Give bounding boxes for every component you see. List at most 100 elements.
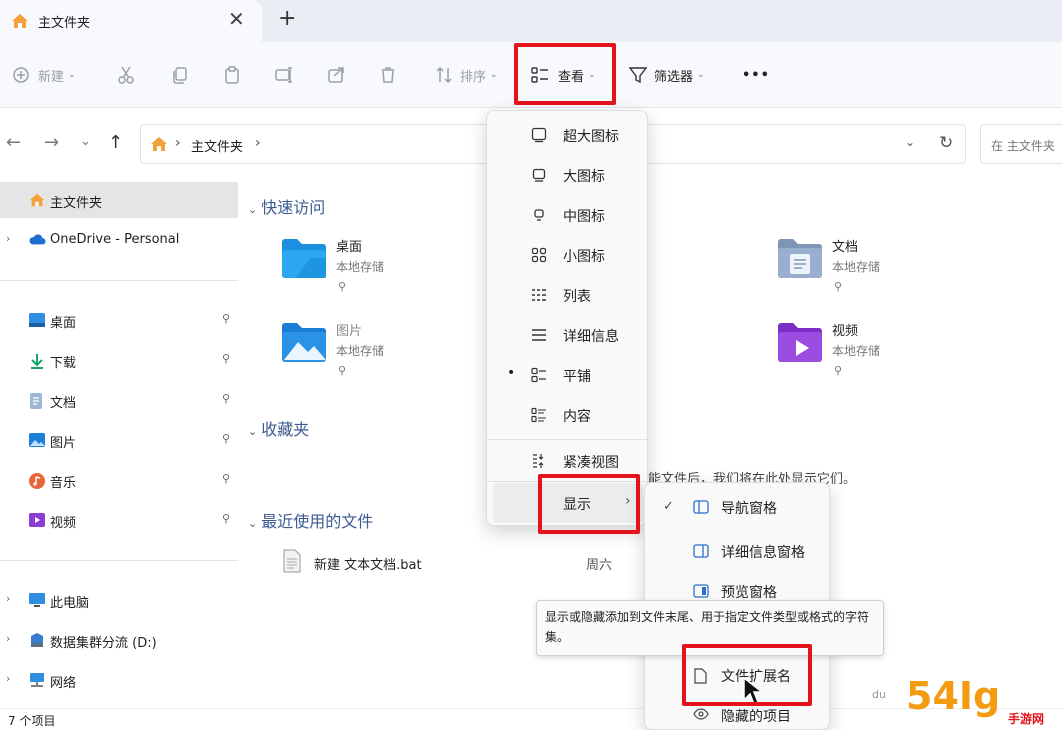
highlight-file-extensions	[682, 644, 812, 706]
back-button[interactable]: ←	[6, 132, 21, 153]
small-icons-icon	[531, 247, 547, 267]
forward-button[interactable]: →	[44, 132, 59, 153]
sidebar-item-videos[interactable]: 视频 ⚲	[0, 502, 238, 538]
more-options-button[interactable]: •••	[742, 60, 770, 90]
tab-home-folder[interactable]: 主文件夹 ✕	[0, 0, 262, 42]
document-icon	[28, 392, 44, 414]
recent-files-header[interactable]: ⌄ 最近使用的文件	[248, 508, 373, 532]
search-input[interactable]: 在 主文件夹	[980, 124, 1062, 164]
share-icon	[328, 67, 344, 83]
new-tab-button[interactable]: +	[278, 6, 296, 31]
up-button[interactable]: ↑	[108, 132, 123, 153]
rename-icon	[275, 67, 292, 83]
sidebar-item-label: 下载	[50, 356, 77, 371]
submenu-item-navigation-pane[interactable]: ✓ 导航窗格	[649, 487, 825, 527]
download-icon	[28, 352, 46, 374]
menu-item-small-icons[interactable]: 小图标	[493, 235, 643, 275]
item-count: 7 个项目	[8, 714, 56, 728]
site-watermark: du 54Ig 手游网 .com.cn	[868, 672, 1062, 730]
menu-item-label: 紧凑视图	[563, 455, 619, 471]
address-dropdown-button[interactable]: ⌄	[905, 135, 915, 149]
rename-button[interactable]	[274, 60, 294, 90]
sidebar-item-desktop[interactable]: 桌面 ⚲	[0, 302, 238, 338]
check-icon: ✓	[663, 499, 674, 514]
folder-documents-icon	[776, 236, 824, 284]
menu-separator	[487, 439, 647, 440]
sidebar-item-documents[interactable]: 文档 ⚲	[0, 382, 238, 418]
paste-icon	[225, 66, 239, 84]
submenu-item-label: 导航窗格	[721, 501, 777, 517]
tab-title: 主文件夹	[38, 16, 91, 31]
menu-item-extra-large-icons[interactable]: 超大图标	[493, 115, 643, 155]
submenu-item-label: 预览窗格	[721, 585, 777, 601]
picture-icon	[28, 432, 46, 452]
item-location: 本地存储	[832, 344, 881, 358]
sidebar-item-label: 此电脑	[50, 596, 90, 611]
quick-access-item-pictures[interactable]: 图片 本地存储 ⚲	[280, 320, 480, 390]
content-icon	[531, 407, 547, 427]
new-button[interactable]: 新建 ⌄	[12, 60, 76, 90]
quick-access-header[interactable]: ⌄ 快速访问	[248, 194, 325, 218]
pin-icon: ⚲	[222, 472, 231, 485]
expand-chevron-icon[interactable]: ›	[6, 592, 10, 605]
collapse-caret-icon: ⌄	[248, 425, 258, 438]
recent-file-name: 新建 文本文档.bat	[314, 558, 422, 573]
menu-item-medium-icons[interactable]: 中图标	[493, 195, 643, 235]
music-icon	[28, 472, 46, 494]
quick-access-item-desktop[interactable]: 桌面 本地存储 ⚲	[280, 236, 480, 306]
delete-button[interactable]	[378, 60, 398, 90]
computer-icon	[28, 592, 46, 612]
extra-large-icons-icon	[531, 127, 547, 147]
quick-access-item-videos[interactable]: 视频 本地存储 ⚲	[776, 320, 976, 390]
video-icon	[28, 512, 46, 532]
item-name: 桌面	[336, 240, 363, 255]
sidebar-item-music[interactable]: 音乐 ⚲	[0, 462, 238, 498]
pin-icon: ⚲	[222, 512, 231, 525]
sort-icon	[436, 66, 452, 84]
selected-dot-icon: •	[507, 365, 516, 381]
menu-item-tiles[interactable]: • 平铺	[493, 355, 643, 395]
breadcrumb-separator[interactable]: ›	[255, 135, 261, 151]
share-button[interactable]	[326, 60, 346, 90]
menu-item-details[interactable]: 详细信息	[493, 315, 643, 355]
paste-button[interactable]	[222, 60, 242, 90]
pin-icon: ⚲	[834, 364, 843, 377]
new-chevron-icon: ⌄	[68, 70, 76, 80]
expand-chevron-icon[interactable]: ›	[6, 672, 10, 685]
submenu-item-details-pane[interactable]: 详细信息窗格	[649, 531, 825, 571]
copy-button[interactable]	[170, 60, 190, 90]
breadcrumb-separator: ›	[175, 135, 181, 151]
sidebar-item-downloads[interactable]: 下载 ⚲	[0, 342, 238, 378]
quick-access-item-documents[interactable]: 文档 本地存储 ⚲	[776, 236, 976, 306]
sort-button[interactable]: 排序 ⌄	[434, 60, 498, 90]
menu-item-large-icons[interactable]: 大图标	[493, 155, 643, 195]
favorites-header[interactable]: ⌄ 收藏夹	[248, 416, 309, 440]
menu-item-content[interactable]: 内容	[493, 395, 643, 435]
menu-item-label: 中图标	[563, 209, 605, 225]
expand-chevron-icon[interactable]: ›	[6, 632, 10, 645]
sidebar-item-label: OneDrive - Personal	[50, 232, 180, 247]
filter-button[interactable]: 筛选器 ⌄	[628, 60, 705, 90]
sidebar-item-network[interactable]: › 网络	[0, 662, 238, 698]
tab-close-button[interactable]: ✕	[228, 7, 245, 31]
breadcrumb-home-folder[interactable]: 主文件夹	[191, 136, 243, 155]
sidebar-item-onedrive[interactable]: › OneDrive - Personal	[0, 222, 238, 258]
menu-item-label: 平铺	[563, 369, 591, 385]
copy-icon	[173, 67, 187, 84]
recent-locations-button[interactable]: ⌄	[80, 134, 91, 149]
refresh-button[interactable]: ↻	[939, 133, 953, 153]
menu-item-list[interactable]: 列表	[493, 275, 643, 315]
menu-item-label: 内容	[563, 409, 591, 425]
cut-button[interactable]	[116, 60, 136, 90]
sidebar-divider	[0, 280, 238, 281]
sidebar-item-this-pc[interactable]: › 此电脑	[0, 582, 238, 618]
sidebar-item-home[interactable]: 主文件夹	[0, 182, 238, 218]
medium-icons-icon	[531, 207, 547, 227]
item-location: 本地存储	[832, 260, 881, 274]
expand-chevron-icon[interactable]: ›	[6, 232, 10, 245]
folder-pictures-icon	[280, 320, 328, 368]
sidebar-divider	[0, 560, 238, 561]
folder-desktop-icon	[280, 236, 328, 284]
sidebar-item-drive-d[interactable]: › 数据集群分流 (D:)	[0, 622, 238, 658]
sidebar-item-pictures[interactable]: 图片 ⚲	[0, 422, 238, 458]
